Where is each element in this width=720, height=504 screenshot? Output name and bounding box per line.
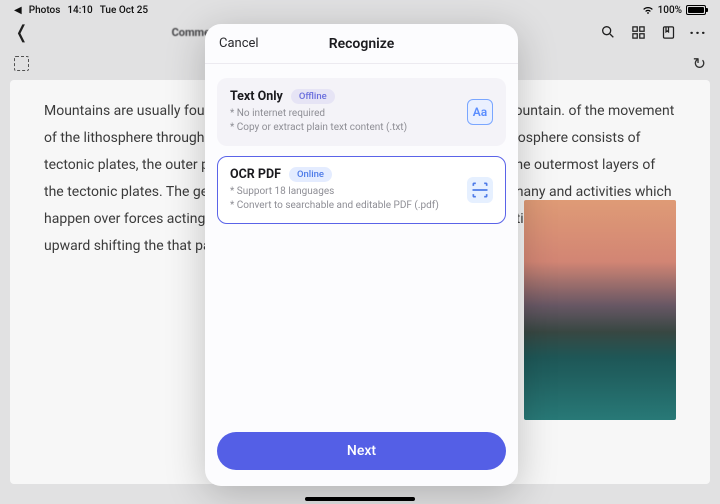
option-bullet: * Convert to searchable and editable PDF… xyxy=(230,199,449,213)
option-text-only[interactable]: Text Only Offline * No internet required… xyxy=(217,78,506,146)
scan-icon xyxy=(467,177,493,203)
offline-badge: Offline xyxy=(291,89,335,104)
next-button[interactable]: Next xyxy=(217,432,506,470)
option-title: Text Only xyxy=(230,89,283,104)
modal-header: Cancel Recognize xyxy=(205,24,518,64)
option-bullet: * Support 18 languages xyxy=(230,185,449,199)
online-badge: Online xyxy=(289,167,332,182)
modal-title: Recognize xyxy=(329,36,395,52)
option-title: OCR PDF xyxy=(230,167,281,182)
recognize-modal: Cancel Recognize Text Only Offline * No … xyxy=(205,24,518,486)
option-bullet: * Copy or extract plain text content (.t… xyxy=(230,121,449,135)
option-ocr-pdf[interactable]: OCR PDF Online * Support 18 languages * … xyxy=(217,156,506,224)
option-bullet: * No internet required xyxy=(230,107,449,121)
home-indicator[interactable] xyxy=(305,497,415,501)
text-aa-icon: Aa xyxy=(467,99,493,125)
cancel-button[interactable]: Cancel xyxy=(219,36,259,51)
